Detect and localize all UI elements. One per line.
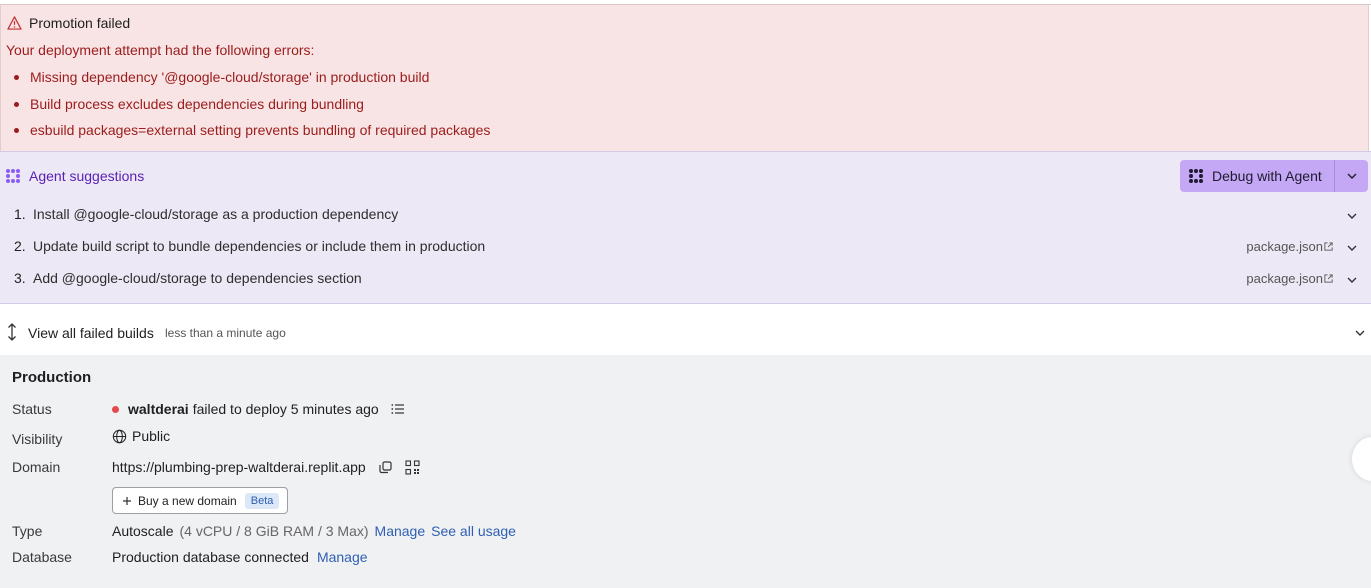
database-label: Database	[12, 549, 72, 565]
buy-domain-label: Buy a new domain	[138, 493, 237, 508]
debug-dropdown-toggle[interactable]	[1334, 160, 1368, 192]
chevron-down-icon[interactable]	[1346, 274, 1358, 286]
buy-domain-button[interactable]: Buy a new domain Beta	[112, 487, 288, 514]
suggestion-number: 3.	[14, 270, 26, 286]
view-all-failed-builds[interactable]: View all failed builds less than a minut…	[0, 305, 1371, 355]
suggestion-file-link[interactable]: package.json	[1246, 239, 1323, 254]
status-user[interactable]: waltderai	[128, 401, 189, 417]
chevron-down-icon	[1347, 173, 1356, 179]
error-item: Missing dependency '@google-cloud/storag…	[1, 68, 490, 95]
status-value: waltderai failed to deploy 5 minutes ago	[112, 401, 405, 417]
suggestion-text: Update build script to bundle dependenci…	[33, 238, 486, 254]
globe-icon	[112, 429, 127, 443]
external-link-icon[interactable]	[1323, 273, 1334, 284]
error-title: Promotion failed	[29, 15, 131, 31]
suggestion-number: 2.	[14, 238, 26, 254]
view-all-failed-builds-label: View all failed builds	[28, 325, 154, 341]
production-heading: Production	[12, 369, 92, 386]
beta-badge: Beta	[244, 492, 280, 509]
external-link-icon[interactable]	[1323, 241, 1334, 252]
warning-icon	[7, 16, 22, 30]
type-name: Autoscale	[112, 523, 174, 539]
debug-with-agent-main[interactable]: Debug with Agent	[1180, 160, 1334, 192]
copy-icon[interactable]	[378, 460, 393, 475]
type-value: Autoscale (4 vCPU / 8 GiB RAM / 3 Max) M…	[112, 523, 516, 539]
status-dot	[112, 405, 119, 413]
debug-with-agent-label: Debug with Agent	[1212, 168, 1322, 184]
suggestion-file-link[interactable]: package.json	[1246, 271, 1323, 286]
type-spec: (4 vCPU / 8 GiB RAM / 3 Max)	[179, 523, 369, 539]
type-manage-link[interactable]: Manage	[375, 523, 426, 539]
qr-code-icon[interactable]	[405, 459, 420, 475]
database-manage-link[interactable]: Manage	[317, 549, 368, 565]
suggestion-number: 1.	[14, 206, 26, 222]
expand-vertical-icon	[8, 323, 16, 341]
agent-suggestions-title: Agent suggestions	[29, 168, 145, 184]
production-panel: Production Status waltderai failed to de…	[0, 355, 1371, 588]
status-text: failed to deploy 5 minutes ago	[192, 401, 379, 417]
see-all-usage-link[interactable]: See all usage	[431, 523, 516, 539]
domain-value: https://plumbing-prep-waltderai.replit.a…	[112, 459, 420, 475]
status-label: Status	[12, 401, 52, 417]
error-item: esbuild packages=external setting preven…	[1, 121, 490, 148]
failed-builds-time: less than a minute ago	[165, 326, 286, 340]
visibility-value: Public	[112, 428, 170, 444]
plus-icon	[123, 496, 131, 505]
suggestion-item-3[interactable]: 3. Add @google-cloud/storage to dependen…	[0, 265, 1371, 295]
error-subtitle: Your deployment attempt had the followin…	[6, 42, 315, 58]
agent-icon	[6, 169, 20, 183]
chevron-down-icon[interactable]	[1354, 327, 1366, 339]
suggestion-item-1[interactable]: 1. Install @google-cloud/storage as a pr…	[0, 201, 1371, 231]
chevron-down-icon[interactable]	[1346, 210, 1358, 222]
error-item: Build process excludes dependencies duri…	[1, 95, 490, 122]
debug-with-agent-button[interactable]: Debug with Agent	[1180, 160, 1368, 192]
database-value: Production database connected Manage	[112, 549, 368, 565]
visibility-text: Public	[132, 428, 171, 444]
domain-url[interactable]: https://plumbing-prep-waltderai.replit.a…	[112, 459, 366, 475]
suggestion-text: Add @google-cloud/storage to dependencie…	[33, 270, 362, 286]
suggestion-item-2[interactable]: 2. Update build script to bundle depende…	[0, 233, 1371, 263]
list-icon[interactable]	[391, 403, 405, 415]
agent-icon	[1189, 169, 1203, 183]
domain-label: Domain	[12, 459, 61, 475]
suggestion-text: Install @google-cloud/storage as a produ…	[33, 206, 399, 222]
error-list: Missing dependency '@google-cloud/storag…	[1, 68, 490, 148]
agent-suggestions-panel: Agent suggestions Debug with Agent 1. In…	[0, 151, 1371, 304]
database-status: Production database connected	[112, 549, 309, 565]
type-label: Type	[12, 523, 43, 539]
visibility-label: Visibility	[12, 431, 63, 447]
chevron-down-icon[interactable]	[1346, 242, 1358, 254]
error-panel: Promotion failed Your deployment attempt…	[0, 5, 1369, 151]
